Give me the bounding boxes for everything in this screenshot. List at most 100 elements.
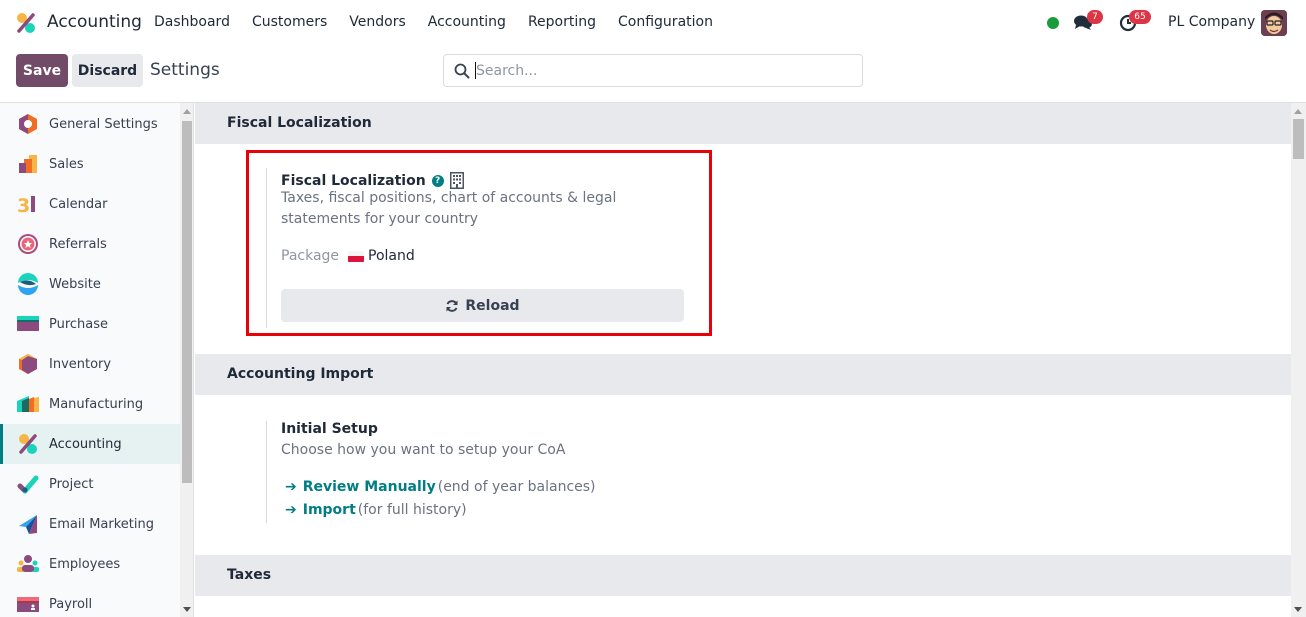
sidebar-item-employees[interactable]: Employees xyxy=(0,544,180,584)
help-icon[interactable]: ? xyxy=(431,174,444,187)
sidebar-scroll-thumb[interactable] xyxy=(182,121,192,483)
company-building-icon xyxy=(449,172,464,189)
accounting-icon xyxy=(19,434,37,454)
section-header-fiscal-localization: Fiscal Localization xyxy=(195,103,1291,144)
link-note: (for full history) xyxy=(357,502,467,518)
app-name[interactable]: Accounting xyxy=(47,12,142,32)
sidebar-item-label: Sales xyxy=(49,156,84,172)
sidebar-item-project[interactable]: Project xyxy=(0,464,180,504)
sales-icon xyxy=(19,155,37,173)
sidebar-item-purchase[interactable]: Purchase xyxy=(0,304,180,344)
sidebar-item-label: Accounting xyxy=(49,436,122,452)
link-note: (end of year balances) xyxy=(437,479,596,495)
activities-badge: 65 xyxy=(1129,10,1151,24)
purchase-icon xyxy=(17,316,39,331)
sidebar-item-website[interactable]: Website xyxy=(0,264,180,304)
sidebar-item-label: Calendar xyxy=(49,196,108,212)
svg-text:3: 3 xyxy=(17,195,30,215)
sidebar-item-label: Referrals xyxy=(49,236,107,252)
arrow-right-icon: ➔ xyxy=(285,479,297,495)
fiscal-localization-setting: Fiscal Localization? Taxes, fiscal posit… xyxy=(266,168,686,328)
sidebar-item-label: Manufacturing xyxy=(49,396,144,412)
payroll-icon xyxy=(17,597,39,612)
company-switcher[interactable]: PL Company xyxy=(1168,14,1255,30)
menu-dashboard[interactable]: Dashboard xyxy=(154,14,230,30)
discard-button[interactable]: Discard xyxy=(72,54,143,87)
section-header-taxes: Taxes xyxy=(195,555,1291,596)
import-row: ➔ Import (for full history) xyxy=(285,502,467,518)
employees-icon xyxy=(17,555,39,572)
menu-customers[interactable]: Customers xyxy=(252,14,327,30)
poland-flag-icon xyxy=(348,250,364,262)
section-title: Accounting Import xyxy=(227,366,374,382)
sidebar-item-label: Website xyxy=(49,276,101,292)
setting-description: Taxes, fiscal positions, chart of accoun… xyxy=(281,190,617,227)
review-manually-row: ➔ Review Manually (end of year balances) xyxy=(285,479,596,495)
setting-description: Choose how you want to setup your CoA xyxy=(281,442,566,458)
search-box[interactable] xyxy=(443,54,863,87)
sidebar-item-inventory[interactable]: Inventory xyxy=(0,344,180,384)
setting-title: Initial Setup xyxy=(281,421,378,437)
scroll-up-icon[interactable] xyxy=(183,109,191,114)
arrow-right-icon: ➔ xyxy=(285,502,297,518)
reload-button[interactable]: Reload xyxy=(281,289,684,322)
settings-sidebar: General Settings Sales 3 Calendar Referr… xyxy=(0,103,180,617)
section-title: Fiscal Localization xyxy=(227,115,372,131)
general-settings-icon xyxy=(19,114,37,134)
sidebar-item-label: Employees xyxy=(49,556,121,572)
search-input[interactable] xyxy=(476,59,856,83)
sidebar-scrollbar[interactable] xyxy=(180,103,194,617)
sidebar-item-email-marketing[interactable]: Email Marketing xyxy=(0,504,180,544)
sidebar-item-payroll[interactable]: Payroll xyxy=(0,584,180,617)
search-icon xyxy=(454,63,470,79)
website-icon xyxy=(18,273,38,295)
package-label: Package xyxy=(281,248,340,264)
breadcrumb: Settings xyxy=(150,60,220,80)
accounting-app-icon[interactable] xyxy=(15,12,37,34)
referrals-icon xyxy=(18,234,38,254)
scroll-down-icon[interactable] xyxy=(183,607,191,612)
user-avatar[interactable] xyxy=(1261,10,1287,36)
project-icon xyxy=(17,475,39,494)
initial-setup-setting: Initial Setup Choose how you want to set… xyxy=(266,421,686,523)
scroll-up-icon[interactable] xyxy=(1294,109,1302,114)
top-navbar: Accounting Dashboard Customers Vendors A… xyxy=(0,0,1306,46)
import-link[interactable]: Import xyxy=(303,502,356,518)
content-scrollbar[interactable] xyxy=(1291,103,1306,617)
sidebar-item-referrals[interactable]: Referrals xyxy=(0,224,180,264)
menu-vendors[interactable]: Vendors xyxy=(349,14,405,30)
menu-reporting[interactable]: Reporting xyxy=(528,14,596,30)
sidebar-item-sales[interactable]: Sales xyxy=(0,144,180,184)
section-header-accounting-import: Accounting Import xyxy=(195,354,1291,395)
sidebar-item-calendar[interactable]: 3 Calendar xyxy=(0,184,180,224)
package-value[interactable]: Poland xyxy=(348,248,415,264)
sidebar-item-label: Inventory xyxy=(49,356,112,372)
text-caret xyxy=(475,62,476,79)
scroll-down-icon[interactable] xyxy=(1294,607,1302,612)
inventory-icon xyxy=(19,354,37,374)
sidebar-item-label: Purchase xyxy=(49,316,109,332)
email-marketing-icon xyxy=(19,515,37,534)
settings-content: Fiscal Localization Fiscal Localization?… xyxy=(195,103,1291,617)
sidebar-item-manufacturing[interactable]: Manufacturing xyxy=(0,384,180,424)
review-manually-link[interactable]: Review Manually xyxy=(303,479,436,495)
sidebar-item-label: Project xyxy=(49,476,94,492)
avatar-face-icon xyxy=(1261,10,1287,36)
setting-title: Fiscal Localization xyxy=(281,173,426,189)
sidebar-item-general-settings[interactable]: General Settings xyxy=(0,104,180,144)
sidebar-item-label: General Settings xyxy=(49,116,158,132)
reload-label: Reload xyxy=(465,297,520,314)
main-menu: Dashboard Customers Vendors Accounting R… xyxy=(154,14,735,30)
save-button[interactable]: Save xyxy=(16,54,68,87)
section-title: Taxes xyxy=(227,567,272,583)
sidebar-item-label: Payroll xyxy=(49,596,93,612)
menu-configuration[interactable]: Configuration xyxy=(618,14,713,30)
menu-accounting[interactable]: Accounting xyxy=(428,14,506,30)
package-country: Poland xyxy=(368,248,415,264)
content-scroll-thumb[interactable] xyxy=(1293,119,1304,159)
refresh-icon xyxy=(446,299,458,312)
presence-status-icon[interactable] xyxy=(1047,17,1059,29)
calendar-icon: 3 xyxy=(17,195,35,215)
manufacturing-icon xyxy=(17,396,39,412)
sidebar-item-accounting[interactable]: Accounting xyxy=(0,424,180,464)
